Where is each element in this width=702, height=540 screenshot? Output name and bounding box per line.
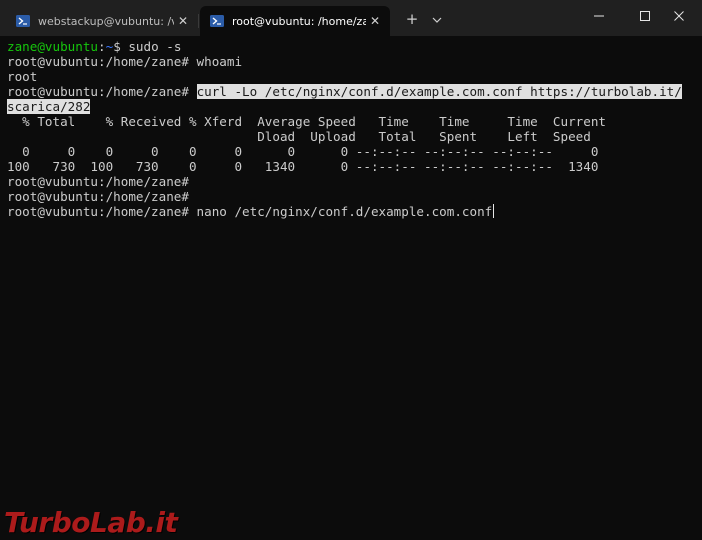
prompt-separator: : [98,39,106,54]
terminal-line: root@vubuntu:/home/zane# [7,189,189,204]
new-tab-button[interactable]: + [402,10,422,30]
tab-webstackup[interactable]: webstackup@vubuntu: /var/w ✕ [6,6,198,36]
terminal-output[interactable]: zane@vubuntu:~$ sudo -s root@vubuntu:/ho… [0,36,702,540]
watermark-lab: Lab [90,505,146,539]
close-button[interactable] [656,0,702,32]
maximize-icon [640,11,650,21]
tab-title: webstackup@vubuntu: /var/w [38,14,174,28]
terminal-line: 0 0 0 0 0 0 0 0 --:--:-- --:--:-- --:--:… [7,144,599,159]
terminal-line: zane@vubuntu:~$ sudo -s [7,39,181,54]
command-text: $ sudo -s [113,39,182,54]
title-bar: webstackup@vubuntu: /var/w ✕ root@vubunt… [0,0,702,36]
terminal-line: scarica/282 [7,99,91,114]
text-cursor [493,204,495,218]
selected-command: scarica/282 [7,99,91,114]
prompt-user: zane@vubuntu [7,39,98,54]
command-text: root@vubuntu:/home/zane# nano /etc/nginx… [7,204,493,219]
selected-command: curl -Lo /etc/nginx/conf.d/example.com.c… [196,84,682,99]
terminal-line: 100 730 100 730 0 0 1340 0 --:--:-- --:-… [7,159,599,174]
watermark-turbo: Turbo [4,505,91,539]
terminal-line: root@vubuntu:/home/zane# nano /etc/nginx… [7,204,495,219]
tab-dropdown-button[interactable] [428,10,446,30]
powershell-icon [210,15,224,27]
terminal-window: webstackup@vubuntu: /var/w ✕ root@vubunt… [0,0,702,540]
minimize-button[interactable] [576,0,622,32]
tab-close-icon[interactable]: ✕ [174,14,192,28]
prompt-text: root@vubuntu:/home/zane# [7,84,197,99]
minimize-icon [594,15,604,17]
tab-root[interactable]: root@vubuntu: /home/zane ✕ [200,6,390,36]
terminal-line: root@vubuntu:/home/zane# whoami [7,54,243,69]
terminal-line: root [7,69,38,84]
chevron-down-icon [432,17,442,23]
tab-close-icon[interactable]: ✕ [366,14,384,28]
tab-divider [198,14,199,28]
terminal-line: root@vubuntu:/home/zane# [7,174,189,189]
terminal-line: % Total % Received % Xferd Average Speed… [7,114,606,129]
terminal-line: root@vubuntu:/home/zane# curl -Lo /etc/n… [7,84,682,99]
terminal-line: Dload Upload Total Spent Left Speed [7,129,591,144]
close-icon [674,11,684,21]
powershell-icon [16,15,30,27]
tab-title: root@vubuntu: /home/zane [232,14,366,28]
turbolab-watermark: Turbo Lab .it [4,505,178,539]
watermark-dotit: .it [145,505,178,539]
